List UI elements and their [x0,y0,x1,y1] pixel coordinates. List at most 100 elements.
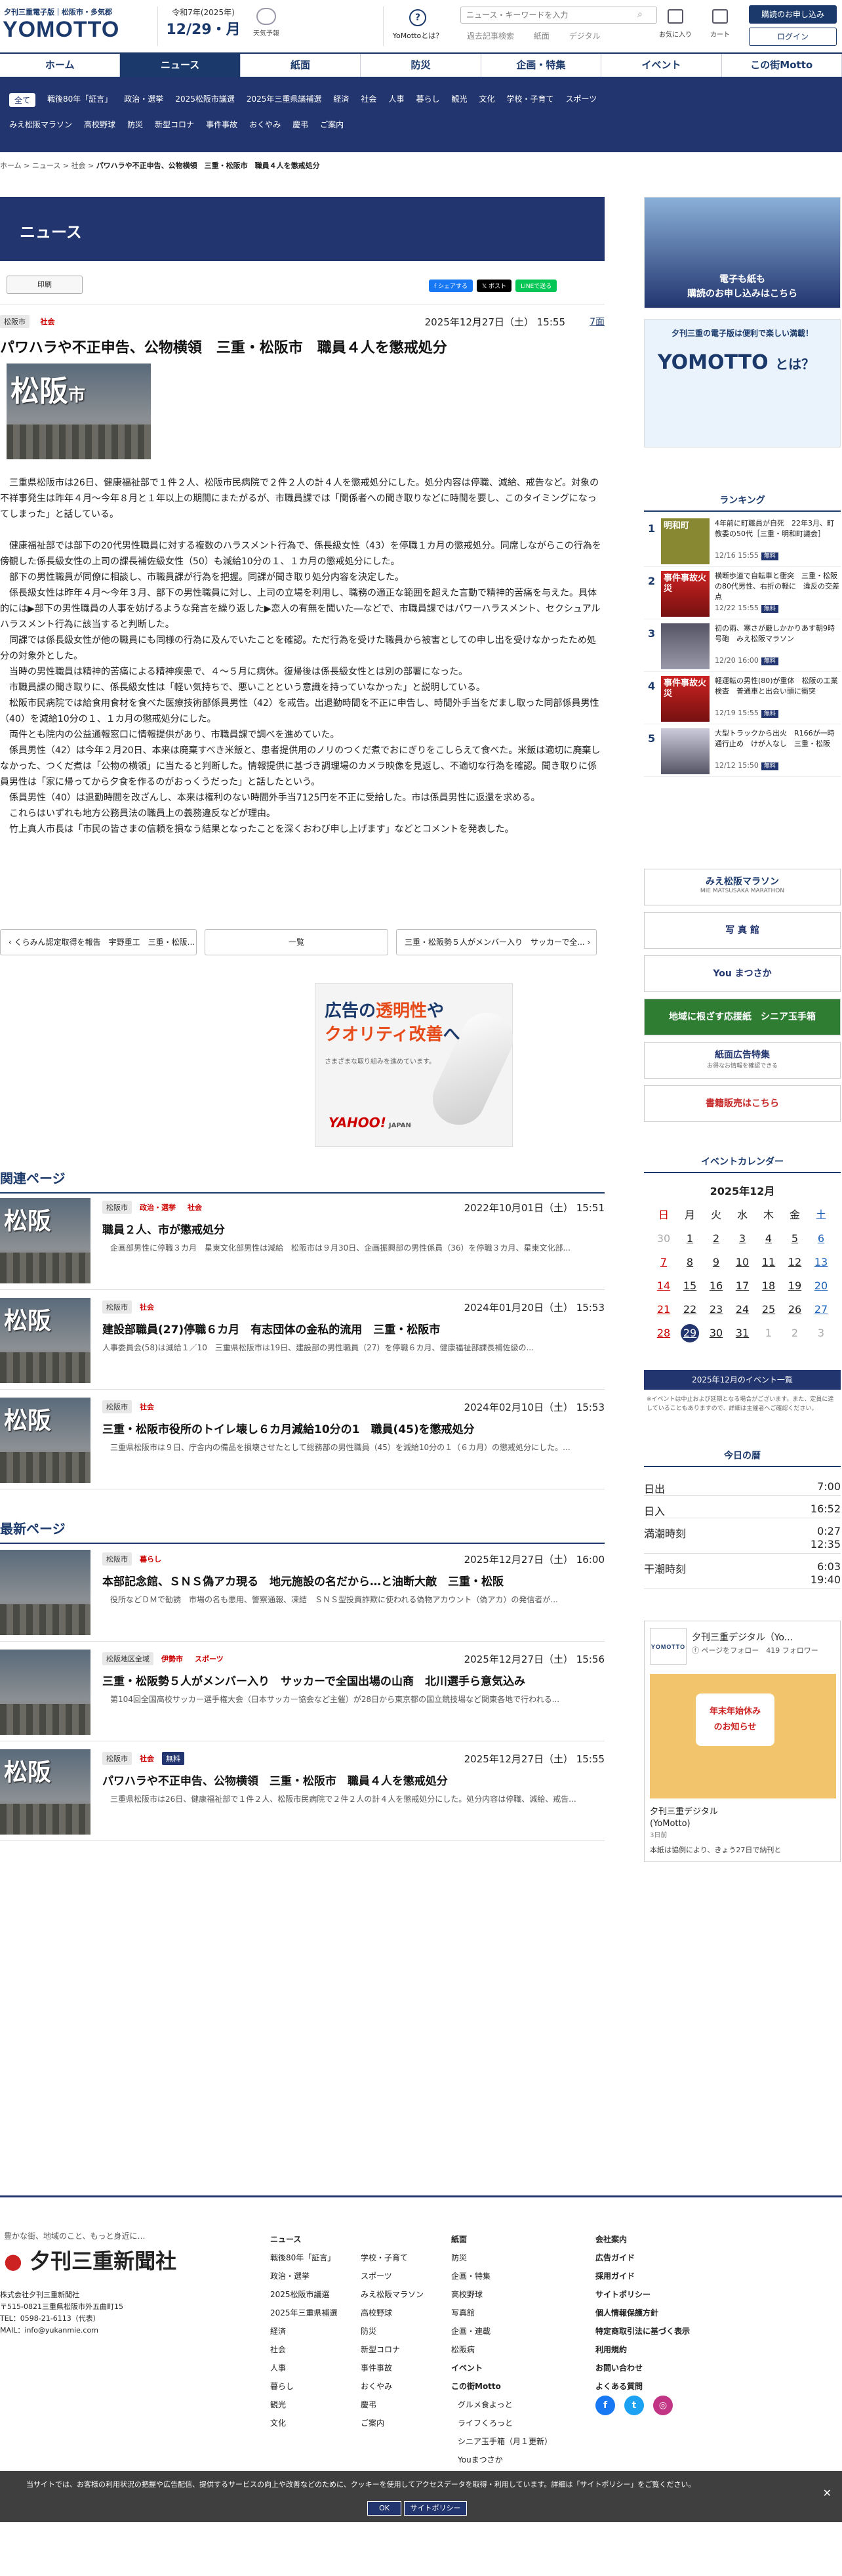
footer-link[interactable]: 慶弔 [361,2396,424,2414]
subnav-item[interactable]: 新型コロナ [155,119,194,130]
calendar-day[interactable]: 30 [703,1324,729,1342]
favorites-link[interactable]: お気に入り [656,9,695,39]
footer-link[interactable]: 高校野球 [361,2304,424,2322]
subnav-item[interactable]: おくやみ [249,119,281,130]
subnav-item[interactable]: 高校野球 [84,119,115,130]
calendar-day[interactable]: 15 [677,1277,703,1295]
item-tag[interactable]: 松阪市 [102,1300,132,1314]
item-thumbnail[interactable]: 松阪 [0,1298,90,1383]
calendar-day[interactable]: 17 [729,1277,755,1295]
subnav-item[interactable]: 慶弔 [292,119,308,130]
crumb-home[interactable]: ホーム [0,161,22,170]
footer-link[interactable]: 学校・子育て [361,2249,424,2267]
footer-link[interactable]: 採用ガイド [595,2267,690,2285]
footer-col-heading[interactable]: イベント [451,2359,552,2377]
subnav-item[interactable]: 2025松阪市議選 [175,93,235,107]
calendar-day[interactable]: 9 [703,1253,729,1272]
subnav-item[interactable]: 事件事故 [206,119,237,130]
item-tag[interactable]: 社会 [136,1300,158,1314]
item-tag[interactable]: 松阪市 [102,1201,132,1214]
item-thumbnail[interactable]: 松阪 [0,1749,90,1835]
archive-search-link[interactable]: 過去記事検索 [467,31,514,41]
whats-yomotto-link[interactable]: ? YoMottoとは？ [388,9,447,41]
footer-link[interactable]: よくある質問 [595,2377,690,2396]
item-tag[interactable]: 社会 [136,1400,158,1413]
side-banner[interactable]: 紙面広告特集 お得なお情報を確認できる [644,1042,841,1079]
calendar-day[interactable]: 10 [729,1253,755,1272]
calendar-day[interactable]: 4 [755,1230,782,1248]
footer-link[interactable]: 暮らし [270,2377,338,2396]
close-icon[interactable]: ✕ [823,2487,832,2499]
subnav-item[interactable]: 経済 [333,93,349,107]
footer-col-heading[interactable]: 紙面 [451,2230,552,2249]
nav-events[interactable]: イベント [601,54,722,77]
footer-link[interactable]: 防災 [361,2322,424,2340]
side-banner[interactable]: みえ松阪マラソン MIE MATSUSAKA MARATHON [644,869,841,905]
footer-link[interactable]: 企画・特集 [451,2267,552,2285]
subnav-item[interactable]: ご案内 [320,119,344,130]
fb-follow[interactable]: ⓕ ページをフォロー 419 フォロワー [692,1645,818,1655]
nav-motto[interactable]: この街Motto [722,54,842,77]
ranking-item[interactable]: 5 大型トラックから出火 R166が一時通行止め けが人なし 三重・松阪 12/12… [644,726,841,777]
item-tag[interactable]: 社会 [184,1201,206,1214]
footer-link[interactable]: 戦後80年「証言」 [270,2249,338,2267]
news-list-item[interactable]: 松阪市 暮らし 2025年12月27日（土） 16:00 本部記念館、ＳＮＳ偽アカ現る… [0,1543,605,1642]
footer-link[interactable]: 広告ガイド [595,2249,690,2267]
subnav-item[interactable]: 文化 [479,93,494,107]
footer-link[interactable]: お問い合わせ [595,2359,690,2377]
nav-features[interactable]: 企画・特集 [481,54,602,77]
next-article-link[interactable]: 三重・松阪勢５人がメンバー入り サッカーで全... › [396,929,597,955]
calendar-day[interactable]: 5 [782,1230,808,1248]
nav-paper[interactable]: 紙面 [241,54,361,77]
footer-link[interactable]: サイトポリシー [595,2285,690,2304]
calendar-day[interactable]: 23 [703,1300,729,1319]
item-tag[interactable]: 松阪市 [102,1752,132,1765]
facebook-widget[interactable]: YOMOTTO 夕刊三重デジタル（Yo... ⓕ ページをフォロー 419 フォ… [644,1621,841,1862]
footer-link[interactable]: 会社案内 [595,2230,690,2249]
subnav-item[interactable]: 防災 [127,119,143,130]
footer-link[interactable]: シニア玉手箱（月１更新） [458,2432,552,2451]
news-list-item[interactable]: 松阪 松阪市 社会 2024年02月10日（土） 15:53 三重・松阪市役所のトイレ壊… [0,1391,605,1489]
article-tag[interactable]: 社会 [36,315,58,328]
item-tag[interactable]: スポーツ [191,1652,228,1665]
subnav-item[interactable]: 学校・子育て [507,93,554,107]
item-tag[interactable]: 伊勢市 [157,1652,187,1665]
item-tag[interactable]: 政治・選挙 [136,1201,180,1214]
side-banner[interactable]: 書籍販売はこちら [644,1085,841,1122]
line-share-button[interactable]: LINEで送る [515,280,557,292]
item-thumbnail[interactable] [0,1650,90,1735]
side-banner[interactable]: You まつさか [644,955,841,992]
cart-link[interactable]: カート [700,9,740,39]
subnav-item[interactable]: 全て [9,93,36,107]
ad-banner[interactable]: 広告の透明性や クオリティ改善へ さまざまな取り組みを進めています。 YAHOO… [315,983,522,1147]
nav-bousai[interactable]: 防災 [361,54,481,77]
item-title[interactable]: 三重・松阪勢５人がメンバー入り サッカーで全国出場の山商 北川選手ら意気込み [102,1672,525,1688]
footer-link[interactable]: グルメ食よっと [458,2396,552,2414]
list-link[interactable]: 一覧 [205,929,388,955]
item-title[interactable]: 三重・松阪市役所のトイレ壊し６カ月減給10分の1 職員(45)を懲戒処分 [102,1420,475,1436]
item-tag[interactable]: 社会 [136,1752,158,1765]
calendar-day[interactable]: 26 [782,1300,808,1319]
digital-link[interactable]: デジタル [569,31,601,41]
item-tag[interactable]: 松阪市 [102,1552,132,1566]
footer-link[interactable]: 経済 [270,2322,338,2340]
subnav-item[interactable]: 戦後80年「証言」 [47,93,112,107]
subnav-item[interactable]: 観光 [451,93,467,107]
crumb-society[interactable]: 社会 [71,161,86,170]
calendar-day[interactable]: 12 [782,1253,808,1272]
footer-link[interactable]: スポーツ [361,2267,424,2285]
footer-link[interactable]: 新型コロナ [361,2340,424,2359]
calendar-day[interactable]: 8 [677,1253,703,1272]
fb-page-name[interactable]: 夕刊三重デジタル（Yo... [692,1631,793,1644]
side-banner[interactable]: 写 真 館 [644,912,841,949]
facebook-share-button[interactable]: f シェアする [429,280,473,292]
item-tag[interactable]: 暮らし [136,1552,165,1566]
calendar-day[interactable]: 3 [729,1230,755,1248]
paper-link[interactable]: 紙面 [534,31,550,41]
footer-link[interactable]: 政治・選挙 [270,2267,338,2285]
article-page-link[interactable]: 7面 [590,315,605,328]
calendar-day[interactable]: 24 [729,1300,755,1319]
calendar-day[interactable]: 31 [729,1324,755,1342]
footer-link[interactable]: 企画・連載 [451,2322,552,2340]
instagram-icon[interactable]: ◎ [653,2396,673,2415]
